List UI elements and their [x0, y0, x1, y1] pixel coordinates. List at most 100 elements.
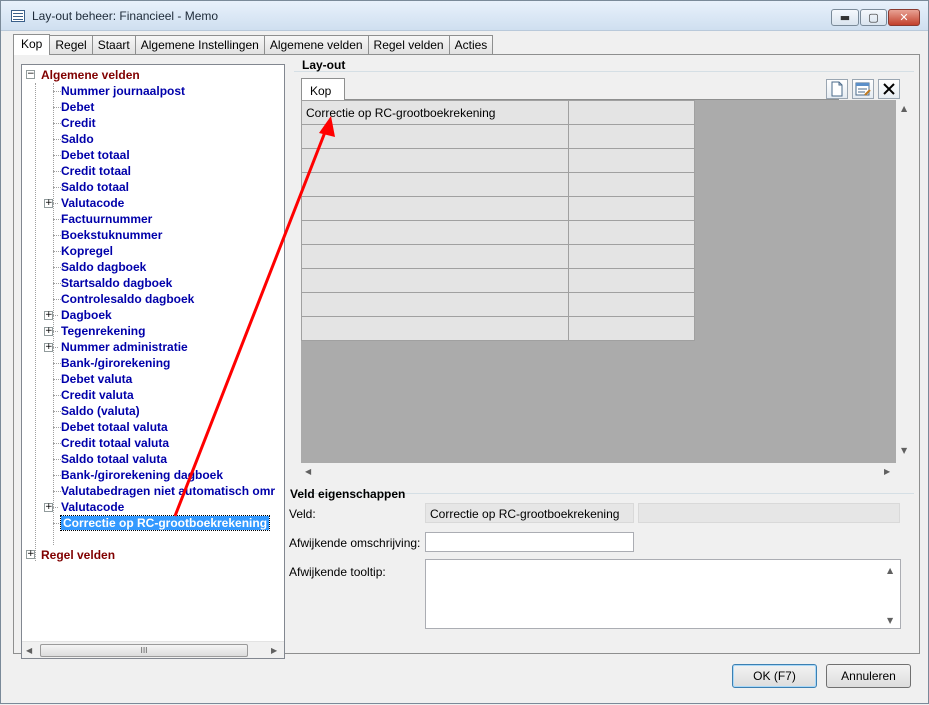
tree-root-algemene-velden[interactable]: Algemene velden	[41, 68, 140, 82]
tree-item[interactable]: Saldo dagboek	[61, 260, 146, 274]
tree-item[interactable]: Bank-/girorekening	[61, 356, 170, 370]
tab-staart[interactable]: Staart	[91, 35, 136, 54]
edit-layout-button[interactable]	[852, 79, 874, 99]
grid-cell[interactable]	[301, 292, 569, 317]
grid-cell[interactable]	[301, 172, 569, 197]
scroll-down-icon[interactable]: ▼	[887, 616, 893, 625]
grid-cell[interactable]	[301, 316, 569, 341]
tree-item[interactable]: Nummer journaalpost	[61, 84, 185, 98]
expand-icon[interactable]: +	[44, 503, 53, 512]
grid-row[interactable]	[301, 172, 695, 197]
tree-item[interactable]: Tegenrekening	[61, 324, 145, 338]
tree-item[interactable]: Saldo totaal	[61, 180, 129, 194]
omschrijving-input[interactable]	[425, 532, 634, 552]
tree-item[interactable]: Kopregel	[61, 244, 113, 258]
cancel-button[interactable]: Annuleren	[826, 664, 911, 688]
grid-row[interactable]	[301, 196, 695, 221]
delete-button[interactable]	[878, 79, 900, 99]
title-bar[interactable]: Lay-out beheer: Financieel - Memo ▬ ▢ ✕	[1, 1, 928, 31]
scroll-thumb[interactable]: III	[40, 644, 248, 657]
minimize-button[interactable]: ▬	[831, 9, 859, 26]
tree-item[interactable]: Valutabedragen niet automatisch omr	[61, 484, 275, 498]
tree-item[interactable]: Nummer administratie	[61, 340, 188, 354]
tab-kop[interactable]: Kop	[13, 34, 51, 55]
expand-icon[interactable]: +	[44, 199, 53, 208]
scroll-right-icon[interactable]: ▶	[884, 467, 890, 476]
layout-grid[interactable]: Correctie op RC-grootboekrekening	[301, 100, 695, 341]
collapse-icon[interactable]: −	[26, 70, 35, 79]
grid-cell[interactable]	[568, 268, 695, 293]
layout-grid-area[interactable]: Correctie op RC-grootboekrekening	[301, 100, 896, 463]
scroll-up-icon[interactable]: ▲	[901, 104, 907, 113]
tree-item[interactable]: Debet totaal valuta	[61, 420, 168, 434]
tree-item[interactable]: Dagboek	[61, 308, 112, 322]
grid-cell[interactable]	[568, 124, 695, 149]
tree-root-regel-velden[interactable]: Regel velden	[41, 548, 115, 562]
tab-regel[interactable]: Regel	[49, 35, 93, 54]
tree-item[interactable]: Bank-/girorekening dagboek	[61, 468, 223, 482]
grid-row[interactable]	[301, 244, 695, 269]
grid-row[interactable]	[301, 292, 695, 317]
grid-row[interactable]: Correctie op RC-grootboekrekening	[301, 100, 695, 125]
grid-cell[interactable]	[568, 172, 695, 197]
tree-item[interactable]: Credit totaal valuta	[61, 436, 169, 450]
grid-cell[interactable]	[568, 220, 695, 245]
tab-regel-velden[interactable]: Regel velden	[367, 35, 450, 54]
tree-item[interactable]: Credit	[61, 116, 96, 130]
tree-item[interactable]: Credit valuta	[61, 388, 134, 402]
grid-row[interactable]	[301, 148, 695, 173]
ok-button[interactable]: OK (F7)	[732, 664, 817, 688]
grid-cell[interactable]	[301, 220, 569, 245]
tree-item[interactable]: Boekstuknummer	[61, 228, 162, 242]
tree-item[interactable]: Valutacode	[61, 500, 124, 514]
scroll-left-icon[interactable]: ◀	[305, 467, 311, 476]
tab-algemene-instellingen[interactable]: Algemene Instellingen	[134, 35, 265, 54]
new-document-button[interactable]	[826, 79, 848, 99]
tab-acties[interactable]: Acties	[448, 35, 494, 54]
expand-icon[interactable]: +	[44, 327, 53, 336]
tree-item[interactable]: Debet	[61, 100, 94, 114]
grid-cell[interactable]	[568, 196, 695, 221]
scroll-up-icon[interactable]: ▲	[887, 566, 893, 575]
close-button[interactable]: ✕	[888, 9, 920, 26]
scroll-right-icon[interactable]: ▶	[271, 646, 277, 655]
grid-cell[interactable]	[301, 244, 569, 269]
grid-cell[interactable]	[301, 268, 569, 293]
grid-cell[interactable]	[568, 148, 695, 173]
grid-row[interactable]	[301, 220, 695, 245]
grid-row[interactable]	[301, 268, 695, 293]
tab-algemene-velden[interactable]: Algemene velden	[263, 35, 369, 54]
grid-vertical-scrollbar[interactable]: ▲ ▼	[896, 100, 913, 463]
grid-cell[interactable]	[301, 124, 569, 149]
tree-item[interactable]: Debet valuta	[61, 372, 132, 386]
tree-horizontal-scrollbar[interactable]: ◀ III ▶	[22, 641, 284, 658]
scroll-down-icon[interactable]: ▼	[901, 446, 907, 455]
field-tree[interactable]: − Algemene velden Nummer journaalpost Deb…	[21, 64, 285, 659]
grid-cell[interactable]	[568, 100, 695, 125]
tree-item[interactable]: Credit totaal	[61, 164, 131, 178]
grid-row[interactable]	[301, 316, 695, 341]
grid-cell[interactable]	[568, 316, 695, 341]
grid-horizontal-scrollbar[interactable]: ◀ ▶	[301, 463, 896, 480]
tree-item[interactable]: Factuurnummer	[61, 212, 152, 226]
layout-tab-kop[interactable]: Kop	[301, 78, 345, 100]
tooltip-textarea[interactable]: ▲ ▼	[425, 559, 901, 629]
tree-item[interactable]: Saldo (valuta)	[61, 404, 140, 418]
maximize-button[interactable]: ▢	[860, 9, 887, 26]
tree-item[interactable]: Startsaldo dagboek	[61, 276, 172, 290]
grid-cell[interactable]	[568, 292, 695, 317]
tree-item[interactable]: Correctie op RC-grootboekrekening	[59, 515, 271, 531]
expand-icon[interactable]: +	[44, 311, 53, 320]
tree-item[interactable]: Debet totaal	[61, 148, 130, 162]
tree-item[interactable]: Controlesaldo dagboek	[61, 292, 194, 306]
tree-item[interactable]: Saldo	[61, 132, 94, 146]
grid-cell[interactable]	[568, 244, 695, 269]
scroll-left-icon[interactable]: ◀	[26, 646, 32, 655]
grid-cell[interactable]	[301, 196, 569, 221]
expand-icon[interactable]: +	[26, 550, 35, 559]
expand-icon[interactable]: +	[44, 343, 53, 352]
grid-cell[interactable]	[301, 148, 569, 173]
grid-row[interactable]	[301, 124, 695, 149]
tree-item[interactable]: Saldo totaal valuta	[61, 452, 167, 466]
tree-item[interactable]: Valutacode	[61, 196, 124, 210]
